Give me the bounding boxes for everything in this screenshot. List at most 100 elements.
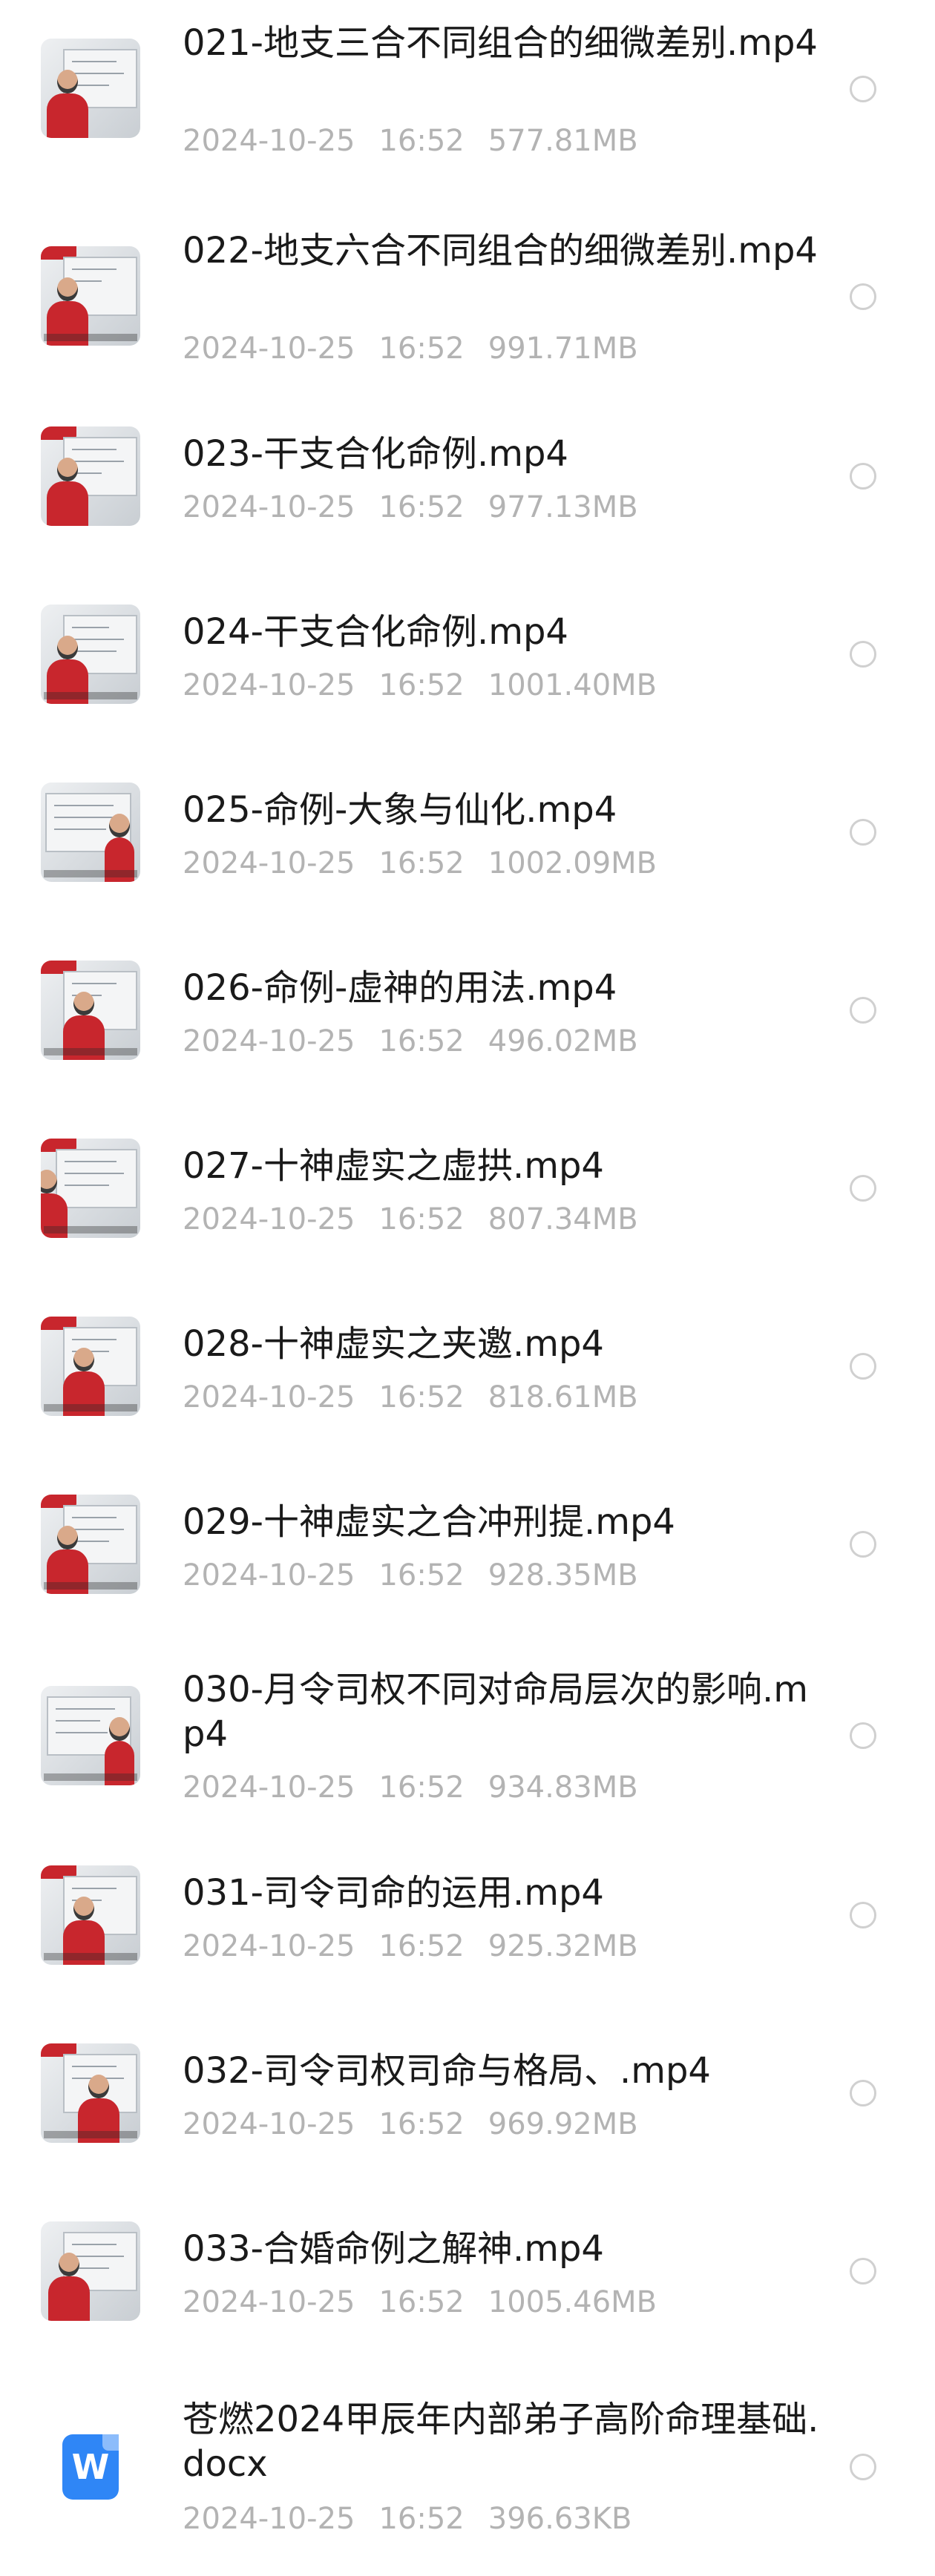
file-size: 496.02MB [488,1024,638,1058]
list-item[interactable]: 024-干支合化命例.mp4 2024-10-25 16:52 1001.40MB [0,564,935,742]
select-checkbox[interactable] [850,76,876,102]
list-item[interactable]: 031-司令司命的运用.mp4 2024-10-25 16:52 925.32MB [0,1825,935,2003]
list-item[interactable]: 021-地支三合不同组合的细微差别.mp4 2024-10-25 16:52 577… [0,0,935,193]
list-item[interactable]: 023-干支合化命例.mp4 2024-10-25 16:52 977.13MB [0,386,935,564]
video-thumbnail [41,961,140,1060]
select-checkbox[interactable] [850,1722,876,1749]
select-checkbox[interactable] [850,641,876,668]
select-checkbox[interactable] [850,997,876,1024]
file-meta: 2024-10-25 16:52 1005.46MB [183,2285,680,2320]
video-thumbnail [41,783,140,882]
file-date: 2024-10-25 [183,1024,355,1058]
file-date: 2024-10-25 [183,2107,355,2141]
video-thumbnail [41,2221,140,2321]
list-item[interactable]: 026-命例-虚神的用法.mp4 2024-10-25 16:52 496.02MB [0,920,935,1098]
file-time: 16:52 [378,668,465,702]
file-meta: 2024-10-25 16:52 577.81MB [183,123,662,159]
file-time: 16:52 [378,2107,465,2141]
file-time: 16:52 [378,1380,465,1414]
select-checkbox[interactable] [850,2258,876,2285]
select-checkbox[interactable] [850,1353,876,1380]
file-name: 031-司令司命的运用.mp4 [183,1872,604,1914]
file-size: 969.92MB [488,2107,638,2141]
file-name: 029-十神虚实之合冲刑提.mp4 [183,1501,675,1543]
file-size: 807.34MB [488,1202,638,1236]
file-name: 021-地支三合不同组合的细微差别.mp4 [183,22,818,64]
video-thumbnail [41,246,140,346]
file-date: 2024-10-25 [183,1558,355,1592]
file-size: 818.61MB [488,1380,638,1414]
file-time: 16:52 [378,1770,465,1805]
select-checkbox[interactable] [850,1531,876,1558]
file-size: 991.71MB [488,332,638,366]
list-item[interactable]: 029-十神虚实之合冲刑提.mp4 2024-10-25 16:52 928.35M… [0,1454,935,1632]
file-date: 2024-10-25 [183,846,355,880]
file-size: 977.13MB [488,490,638,524]
video-thumbnail [41,39,140,138]
file-name: 023-干支合化命例.mp4 [183,433,568,475]
file-size: 1005.46MB [488,2285,657,2319]
file-time: 16:52 [378,124,465,158]
select-checkbox[interactable] [850,283,876,310]
file-size: 928.35MB [488,1558,638,1592]
file-name: 苍燃2024甲辰年内部弟子高阶命理基础.docx [183,2399,819,2485]
select-checkbox[interactable] [850,1175,876,1202]
file-meta: 2024-10-25 16:52 1001.40MB [183,668,680,703]
select-checkbox[interactable] [850,463,876,490]
file-time: 16:52 [378,1558,465,1592]
file-size: 925.32MB [488,1929,638,1963]
list-item[interactable]: 030-月令司权不同对命局层次的影响.mp4 2024-10-25 16:52 93… [0,1632,935,1825]
file-meta: 2024-10-25 16:52 1002.09MB [183,846,680,881]
file-name: 027-十神虚实之虚拱.mp4 [183,1145,604,1187]
file-time: 16:52 [378,332,465,366]
select-checkbox[interactable] [850,2454,876,2480]
file-time: 16:52 [378,1202,465,1236]
video-thumbnail [41,605,140,704]
video-thumbnail [41,426,140,526]
video-thumbnail [41,1495,140,1594]
file-name: 025-命例-大象与仙化.mp4 [183,789,617,831]
list-item[interactable]: 027-十神虚实之虚拱.mp4 2024-10-25 16:52 807.34MB [0,1098,935,1276]
file-meta: 2024-10-25 16:52 818.61MB [183,1380,662,1415]
word-doc-icon-letter: W [71,2447,110,2487]
list-item[interactable]: W 苍燃2024甲辰年内部弟子高阶命理基础.docx 2024-10-25 16:… [0,2359,935,2576]
file-time: 16:52 [378,1024,465,1058]
file-time: 16:52 [378,846,465,880]
select-checkbox[interactable] [850,1902,876,1928]
file-date: 2024-10-25 [183,1929,355,1963]
file-time: 16:52 [378,490,465,524]
file-name: 024-干支合化命例.mp4 [183,611,568,653]
video-thumbnail [41,1686,140,1785]
list-item[interactable]: 025-命例-大象与仙化.mp4 2024-10-25 16:52 1002.09M… [0,742,935,920]
file-meta: 2024-10-25 16:52 928.35MB [183,1558,662,1593]
video-thumbnail [41,2043,140,2143]
file-date: 2024-10-25 [183,332,355,366]
file-meta: 2024-10-25 16:52 396.63KB [183,2501,655,2537]
file-date: 2024-10-25 [183,490,355,524]
file-date: 2024-10-25 [183,1202,355,1236]
video-thumbnail [41,1865,140,1965]
file-size: 1002.09MB [488,846,657,880]
list-item[interactable]: 032-司令司权司命与格局、.mp4 2024-10-25 16:52 969.92… [0,2003,935,2181]
file-size: 934.83MB [488,1770,638,1805]
select-checkbox[interactable] [850,819,876,846]
list-item[interactable]: 028-十神虚实之夹邀.mp4 2024-10-25 16:52 818.61MB [0,1276,935,1454]
file-date: 2024-10-25 [183,1770,355,1805]
list-item[interactable]: 022-地支六合不同组合的细微差别.mp4 2024-10-25 16:52 991… [0,193,935,386]
file-name: 028-十神虚实之夹邀.mp4 [183,1323,604,1365]
file-date: 2024-10-25 [183,2502,355,2536]
file-date: 2024-10-25 [183,2285,355,2319]
file-date: 2024-10-25 [183,1380,355,1414]
list-item[interactable]: 033-合婚命例之解神.mp4 2024-10-25 16:52 1005.46MB [0,2181,935,2359]
file-time: 16:52 [378,2502,465,2536]
file-meta: 2024-10-25 16:52 969.92MB [183,2106,662,2142]
file-meta: 2024-10-25 16:52 991.71MB [183,331,662,366]
file-name: 032-司令司权司命与格局、.mp4 [183,2050,711,2092]
file-meta: 2024-10-25 16:52 934.83MB [183,1770,662,1805]
file-size: 577.81MB [488,124,638,158]
file-name: 026-命例-虚神的用法.mp4 [183,967,617,1009]
select-checkbox[interactable] [850,2080,876,2106]
file-size: 1001.40MB [488,668,657,702]
file-name: 030-月令司权不同对命局层次的影响.mp4 [183,1669,808,1755]
file-meta: 2024-10-25 16:52 496.02MB [183,1024,662,1059]
